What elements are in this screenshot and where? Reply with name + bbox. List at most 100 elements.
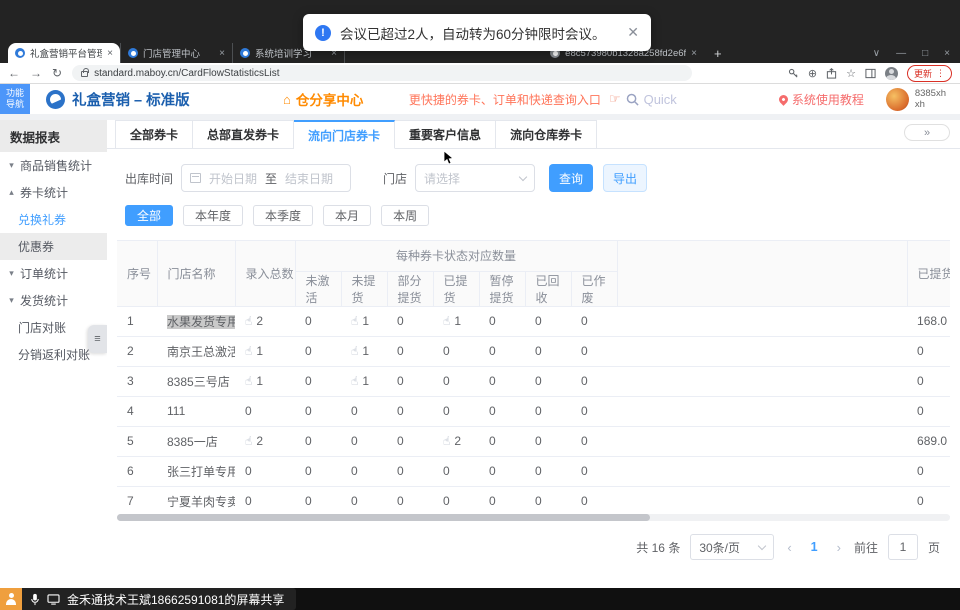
cell-已回收: 0 [525, 426, 571, 456]
pointing-hand-icon: ☝ [443, 434, 450, 448]
quick-filter-本周[interactable]: 本周 [381, 205, 429, 226]
browser-update-button[interactable]: 更新⋮ [907, 65, 952, 82]
horizontal-scrollbar[interactable] [117, 514, 950, 521]
search-icon[interactable] [626, 93, 639, 106]
share-center-label: 仓分享中心 [296, 89, 364, 109]
store-name[interactable]: 111 [167, 404, 185, 418]
cell-value: 0 [535, 494, 542, 508]
user-menu[interactable]: 8385xh xh [886, 88, 946, 111]
cell-value[interactable]: 2 [454, 434, 461, 448]
sidebar-item-商品销售统计[interactable]: ▾商品销售统计 [0, 152, 107, 179]
tab-总部直发券卡[interactable]: 总部直发券卡 [193, 120, 294, 149]
tab-close-icon[interactable]: × [107, 48, 113, 59]
sidebar-item-券卡统计[interactable]: ▴券卡统计 [0, 179, 107, 206]
search-button[interactable]: 查询 [549, 164, 593, 192]
cell-暂停提货: 0 [479, 456, 525, 486]
scrollbar-thumb[interactable] [117, 514, 650, 521]
cell-value[interactable]: 1 [454, 314, 461, 328]
tab-流向仓库券卡[interactable]: 流向仓库券卡 [496, 120, 597, 149]
store-name[interactable]: 宁夏羊肉专卖店 [167, 495, 235, 509]
current-page-button[interactable]: 1 [805, 540, 824, 554]
cell-value: 0 [443, 404, 450, 418]
sidebar-item-优惠券[interactable]: 优惠券 [0, 233, 107, 260]
sidebar-item-订单统计[interactable]: ▾订单统计 [0, 260, 107, 287]
tab-close-icon[interactable]: × [691, 48, 697, 59]
sidebar-collapse-handle[interactable]: ≡ [88, 325, 107, 353]
minimize-icon[interactable]: — [896, 48, 906, 59]
panel-collapse-button[interactable]: » [904, 124, 950, 141]
date-range-input[interactable]: 开始日期 至 结束日期 [181, 164, 351, 192]
cell-index: 3 [117, 366, 157, 396]
share-icon[interactable] [826, 68, 837, 79]
prev-page-icon[interactable]: ‹ [784, 540, 794, 555]
tab-流向门店券卡[interactable]: 流向门店券卡 [294, 120, 395, 149]
quick-entry-link[interactable]: 更快捷的券卡、订单和快递查询入口 [409, 91, 601, 108]
store-name[interactable]: 水果发货专用 [167, 315, 235, 329]
tab-重要客户信息[interactable]: 重要客户信息 [395, 120, 496, 149]
cell-未提货: ☝1 [341, 336, 387, 366]
cell-value[interactable]: 1 [362, 344, 369, 358]
back-icon[interactable]: ← [8, 67, 20, 79]
cell-已提货: 0 [433, 366, 479, 396]
brand-name: 礼盒营销 – 标准版 [72, 89, 190, 110]
store-name[interactable]: 张三打单专用 [167, 465, 235, 479]
tutorial-link[interactable]: 系统使用教程 [779, 91, 864, 108]
sidebar-item-发货统计[interactable]: ▾发货统计 [0, 287, 107, 314]
cell-未激活: 0 [295, 426, 341, 456]
cell-已提货: ☝2 [433, 426, 479, 456]
browser-tab[interactable]: 礼盒营销平台管理中心× [8, 43, 120, 63]
cell-value[interactable]: 1 [256, 374, 263, 388]
quick-label[interactable]: Quick [644, 92, 677, 107]
cell-total: ☝2 [235, 426, 295, 456]
browser-tab-title: 门店管理中心 [143, 46, 214, 60]
new-tab-button[interactable]: + [714, 45, 722, 63]
browser-profile-avatar[interactable] [885, 67, 898, 80]
goto-suffix: 页 [928, 539, 940, 556]
app-header: 功能 导航 礼盒营销 – 标准版 ⌂ 仓分享中心 更快捷的券卡、订单和快递查询入… [0, 84, 960, 114]
goto-page-input[interactable]: 1 [888, 534, 918, 560]
key-icon[interactable] [788, 68, 799, 79]
quick-filter-全部[interactable]: 全部 [125, 205, 173, 226]
bookmark-star-icon[interactable]: ☆ [846, 67, 856, 80]
cell-已回收: 0 [525, 336, 571, 366]
export-button[interactable]: 导出 [603, 164, 647, 192]
store-name[interactable]: 南京王总激活用 [167, 345, 235, 359]
toast-close-icon[interactable]: ✕ [627, 24, 639, 41]
quick-filter-本年度[interactable]: 本年度 [183, 205, 243, 226]
brand-favicon-icon [15, 48, 25, 58]
forward-icon[interactable]: → [30, 67, 42, 79]
tab-全部券卡[interactable]: 全部券卡 [115, 120, 193, 149]
page-size-select[interactable]: 30条/页 [690, 534, 774, 560]
nav-toggle-button[interactable]: 功能 导航 [0, 84, 30, 114]
cell-value[interactable]: 1 [256, 344, 263, 358]
maximize-icon[interactable]: □ [922, 48, 928, 59]
browser-tab[interactable]: 门店管理中心 × [120, 43, 232, 63]
quick-filter-本季度[interactable]: 本季度 [253, 205, 313, 226]
cell-value[interactable]: 1 [362, 314, 369, 328]
reload-icon[interactable]: ↻ [52, 67, 62, 79]
share-app-icon[interactable] [0, 588, 22, 610]
cell-value[interactable]: 2 [256, 314, 263, 328]
next-page-icon[interactable]: › [834, 540, 844, 555]
cell-value[interactable]: 1 [362, 374, 369, 388]
store-name[interactable]: 8385三号店 [167, 375, 230, 389]
store-select[interactable]: 请选择 [415, 164, 535, 192]
zoom-icon[interactable]: ⊕ [808, 67, 817, 80]
close-window-icon[interactable]: × [944, 48, 950, 59]
address-bar[interactable]: standard.maboy.cn/CardFlowStatisticsList [72, 65, 692, 81]
sidebar-item-兑换礼券[interactable]: 兑换礼券 [0, 206, 107, 233]
cell-未提货: ☝1 [341, 306, 387, 336]
cell-value[interactable]: 2 [256, 434, 263, 448]
mouse-cursor [443, 150, 455, 166]
cell-未激活: 0 [295, 306, 341, 336]
share-center-link[interactable]: ⌂ 仓分享中心 [283, 89, 363, 109]
cell-value: 0 [245, 404, 252, 418]
quick-filter-本月[interactable]: 本月 [323, 205, 371, 226]
tab-search-icon[interactable]: ∨ [873, 48, 880, 59]
side-panel-icon[interactable] [865, 68, 876, 79]
pointing-hand-icon: ☝ [351, 314, 358, 328]
cell-已作废: 0 [571, 366, 617, 396]
store-name[interactable]: 8385一店 [167, 435, 218, 449]
tab-close-icon[interactable]: × [219, 48, 225, 59]
microphone-icon [30, 593, 40, 606]
